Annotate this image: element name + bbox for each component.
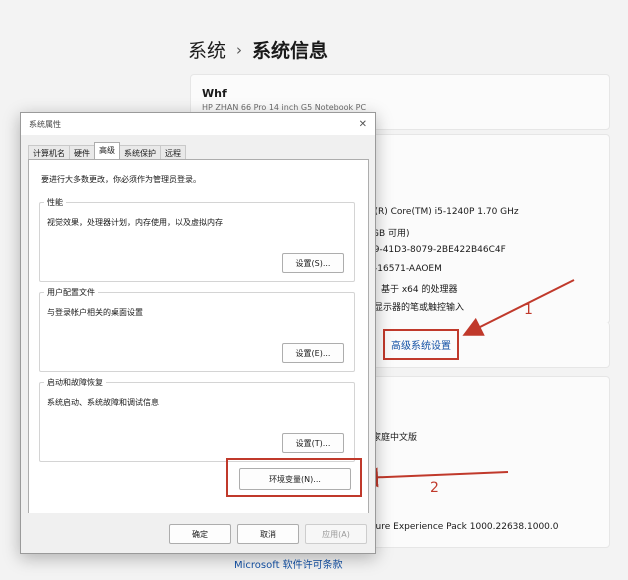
ms-license-link[interactable]: Microsoft 软件许可条款 bbox=[234, 556, 343, 571]
user-profiles-settings-button[interactable]: 设置(E)... bbox=[282, 343, 344, 363]
breadcrumb-separator: › bbox=[236, 40, 243, 59]
spec-pen-touch: 显示器的笔或触控输入 bbox=[374, 303, 465, 313]
performance-legend: 性能 bbox=[44, 197, 66, 208]
spec-experience-pack: ture Experience Pack 1000.22638.1000.0 bbox=[372, 522, 559, 532]
tab-hardware[interactable]: 硬件 bbox=[69, 145, 95, 159]
tab-computer-name[interactable]: 计算机名 bbox=[28, 145, 70, 159]
dialog-footer: 确定 取消 应用(A) bbox=[21, 513, 375, 553]
spec-ram: GB 可用) bbox=[372, 229, 410, 239]
annotation-label-2: 2 bbox=[430, 480, 439, 496]
tab-advanced[interactable]: 高级 bbox=[94, 142, 120, 159]
performance-group: 性能 视觉效果，处理器计划，内存使用，以及虚拟内存 设置(S)... bbox=[39, 197, 355, 282]
startup-recovery-settings-button[interactable]: 设置(T)... bbox=[282, 433, 344, 453]
performance-desc: 视觉效果，处理器计划，内存使用，以及虚拟内存 bbox=[47, 218, 223, 227]
user-profiles-desc: 与登录帐户相关的桌面设置 bbox=[47, 308, 143, 317]
device-name: Whf bbox=[202, 87, 227, 100]
spec-windows-edition: 家庭中文版 bbox=[372, 433, 418, 443]
spec-system-type: ，基于 x64 的处理器 bbox=[372, 285, 458, 295]
tab-remote[interactable]: 远程 bbox=[160, 145, 186, 159]
startup-recovery-legend: 启动和故障恢复 bbox=[44, 377, 106, 388]
admin-note: 要进行大多数更改，你必须作为管理员登录。 bbox=[41, 175, 201, 184]
dialog-tabs: 计算机名 硬件 高级 系统保护 远程 bbox=[28, 142, 186, 159]
ok-button[interactable]: 确定 bbox=[169, 524, 231, 544]
dialog-title: 系统属性 bbox=[29, 119, 61, 129]
cancel-button[interactable]: 取消 bbox=[237, 524, 299, 544]
startup-recovery-group: 启动和故障恢复 系统启动、系统故障和调试信息 设置(T)... bbox=[39, 377, 355, 462]
spec-device-id: 59-41D3-8079-2BE422B46C4F bbox=[368, 245, 506, 255]
close-icon[interactable]: ✕ bbox=[359, 119, 367, 130]
tab-system-protection[interactable]: 系统保护 bbox=[119, 145, 161, 159]
breadcrumb: 系统 › 系统信息 bbox=[188, 36, 328, 63]
annotation-label-1: 1 bbox=[524, 302, 533, 318]
spec-processor: l(R) Core(TM) i5-1240P 1.70 GHz bbox=[372, 207, 519, 217]
user-profiles-group: 用户配置文件 与登录帐户相关的桌面设置 设置(E)... bbox=[39, 287, 355, 372]
startup-recovery-desc: 系统启动、系统故障和调试信息 bbox=[47, 398, 159, 407]
performance-settings-button[interactable]: 设置(S)... bbox=[282, 253, 344, 273]
system-properties-dialog: 系统属性 ✕ 计算机名 硬件 高级 系统保护 远程 要进行大多数更改，你必须作为… bbox=[20, 112, 376, 554]
dialog-titlebar: 系统属性 ✕ bbox=[21, 113, 375, 135]
user-profiles-legend: 用户配置文件 bbox=[44, 287, 98, 298]
breadcrumb-system[interactable]: 系统 bbox=[188, 36, 226, 63]
apply-button[interactable]: 应用(A) bbox=[305, 524, 367, 544]
spec-product-id: -16571-AAOEM bbox=[374, 264, 442, 274]
advanced-system-settings-link[interactable]: 高级系统设置 bbox=[383, 329, 459, 360]
environment-variables-button[interactable]: 环境变量(N)... bbox=[239, 468, 351, 490]
device-model: HP ZHAN 66 Pro 14 inch G5 Notebook PC bbox=[202, 103, 367, 112]
page-title: 系统信息 bbox=[252, 40, 329, 62]
